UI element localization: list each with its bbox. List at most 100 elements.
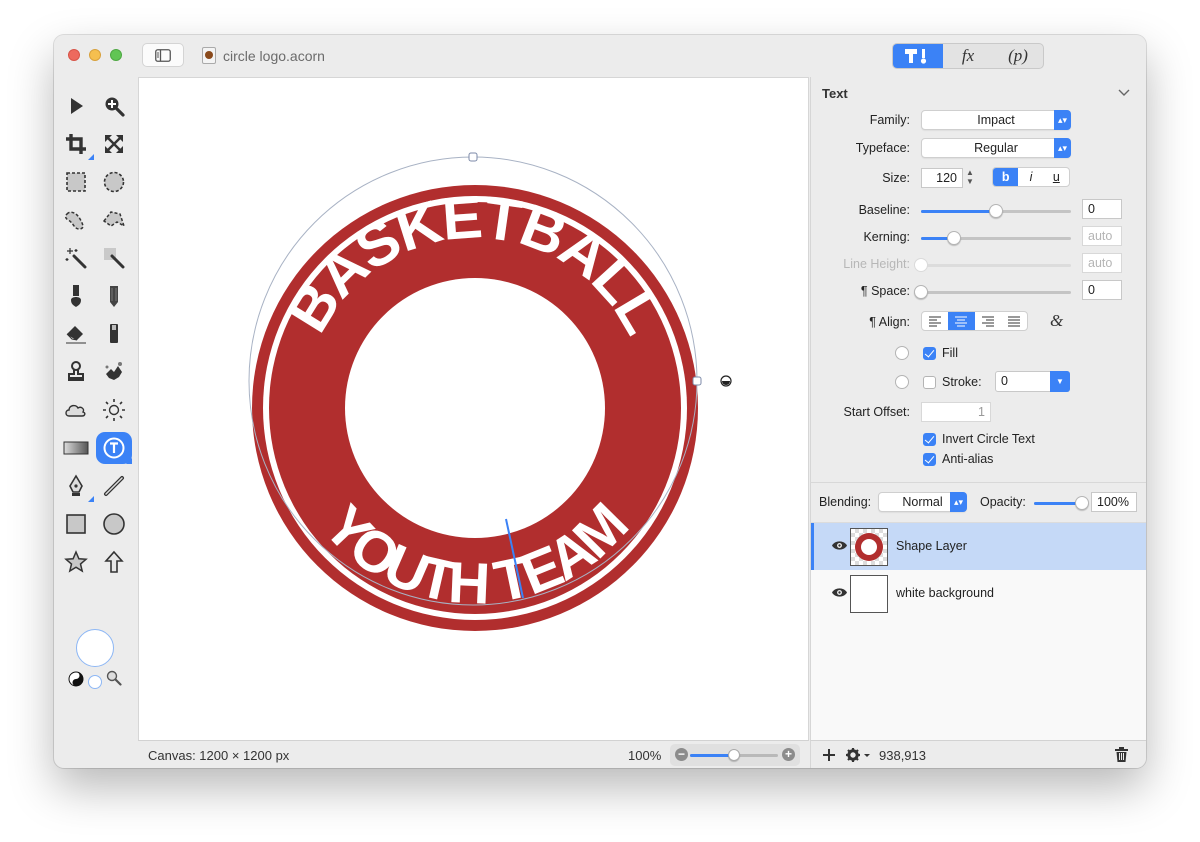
zoom-slider[interactable] [690,749,778,761]
stroke-width-combo[interactable]: 0 ▼ [995,371,1070,392]
polygon-lasso-tool[interactable] [96,204,132,236]
zoom-in-button[interactable]: + [782,748,795,761]
eraser-tool[interactable] [58,318,94,350]
kerning-slider[interactable] [921,231,1071,245]
dropdown-arrow-icon[interactable]: ▼ [1050,371,1070,392]
eyedropper-zoom-icon[interactable] [106,670,122,686]
clone-tool[interactable] [58,356,94,388]
line-tool[interactable] [96,470,132,502]
slider-knob[interactable] [914,285,928,299]
stroke-checkbox[interactable] [923,376,936,389]
layer-row[interactable]: Shape Layer [811,523,1146,570]
text-tool[interactable] [96,432,132,464]
baseline-field[interactable]: 0 [1082,199,1122,219]
slider-knob [914,258,928,272]
slider-knob[interactable] [1075,496,1089,510]
zoom-percent: 100% [628,748,662,763]
slider-knob[interactable] [989,204,1003,218]
gear-menu-icon[interactable] [845,747,871,763]
path-handle-right[interactable] [692,376,702,386]
tab-tools[interactable] [893,44,943,68]
eye-icon[interactable] [831,587,848,598]
minimize-window-button[interactable] [89,49,101,61]
inspector-mode-switcher: fx (p) [892,43,1044,69]
align-justify-button[interactable] [1001,312,1027,330]
blending-mode-popup[interactable]: Normal ▴▾ [878,492,967,512]
fill-checkbox[interactable] [923,347,936,360]
close-window-button[interactable] [68,49,80,61]
bold-button[interactable]: b [993,168,1019,186]
line-icon [104,476,124,496]
burn-tool[interactable] [58,394,94,426]
crop-tool[interactable] [58,128,94,160]
ampersand-icon[interactable]: & [1050,311,1063,331]
baseline-slider[interactable] [921,204,1071,218]
opacity-field[interactable]: 100% [1091,492,1137,512]
logo-thumbnail-icon [855,533,883,561]
align-left-button[interactable] [922,312,948,330]
rectangle-tool[interactable] [58,508,94,540]
stroke-color-well[interactable] [895,375,909,389]
ellipse-select-tool[interactable] [96,166,132,198]
select-tool[interactable] [58,90,94,122]
resize-tool[interactable] [96,128,132,160]
dodge-tool[interactable] [96,394,132,426]
text-circle-icon [103,437,125,459]
layers-list: Shape Layer white background [810,522,1146,740]
opacity-slider[interactable] [1034,496,1089,510]
background-color-well[interactable] [88,675,102,689]
paragraph-space-slider[interactable] [914,285,1071,299]
italic-button[interactable]: i [1018,168,1043,186]
fill-tool[interactable] [96,318,132,350]
sidebar-toggle-button[interactable] [142,43,184,67]
pencil-tool[interactable] [96,280,132,312]
star-icon [64,550,88,573]
font-size-field[interactable]: 120 [921,168,963,188]
rect-select-tool[interactable] [58,166,94,198]
add-layer-icon[interactable] [822,748,836,762]
align-center-button[interactable] [948,312,975,330]
oval-tool[interactable] [96,508,132,540]
underline-button[interactable]: u [1044,168,1069,186]
arrow-up-icon [104,550,124,573]
rectangle-icon [66,514,86,534]
tab-effects[interactable]: fx [943,44,993,68]
font-family-popup[interactable]: Impact ▴▾ [921,110,1071,130]
color-wand-tool[interactable] [96,242,132,274]
line-height-slider [914,258,1071,272]
zoom-slider-knob[interactable] [728,749,740,761]
layer-row[interactable]: white background [811,570,1146,617]
kerning-field[interactable]: auto [1082,226,1122,246]
arrow-pointer-icon [71,98,83,114]
gradient-tool[interactable] [58,432,94,464]
swap-colors-icon[interactable] [68,671,84,687]
align-right-button[interactable] [975,312,1001,330]
invert-circle-text-checkbox[interactable] [923,433,936,446]
canvas[interactable]: BASKETBALL YOUTH TEAM [138,77,809,740]
foreground-color-well[interactable] [76,629,114,667]
typeface-popup[interactable]: Regular ▴▾ [921,138,1071,158]
pen-tool[interactable] [58,470,94,502]
lasso-tool[interactable] [58,204,94,236]
magic-wand-tool[interactable] [58,242,94,274]
arrow-tool[interactable] [96,546,132,578]
zoom-window-button[interactable] [110,49,122,61]
brush-tool[interactable] [58,280,94,312]
zoom-out-button[interactable]: − [675,748,688,761]
star-tool[interactable] [58,546,94,578]
paragraph-space-field[interactable]: 0 [1082,280,1122,300]
path-handle-top[interactable] [468,152,478,162]
zoom-tool[interactable] [96,90,132,122]
tab-properties[interactable]: (p) [993,44,1043,68]
chevron-down-icon[interactable] [1118,89,1130,97]
slider-knob[interactable] [947,231,961,245]
eye-icon[interactable] [831,540,848,551]
stroke-width-value: 0 [1001,374,1008,388]
logo-artwork[interactable]: BASKETBALL YOUTH TEAM [139,78,810,741]
smudge-tool[interactable] [96,356,132,388]
start-offset-field[interactable]: 1 [921,402,991,422]
fill-color-well[interactable] [895,346,909,360]
anti-alias-checkbox[interactable] [923,453,936,466]
trash-icon[interactable] [1115,747,1128,762]
font-size-stepper[interactable]: ▲ ▼ [966,168,974,186]
